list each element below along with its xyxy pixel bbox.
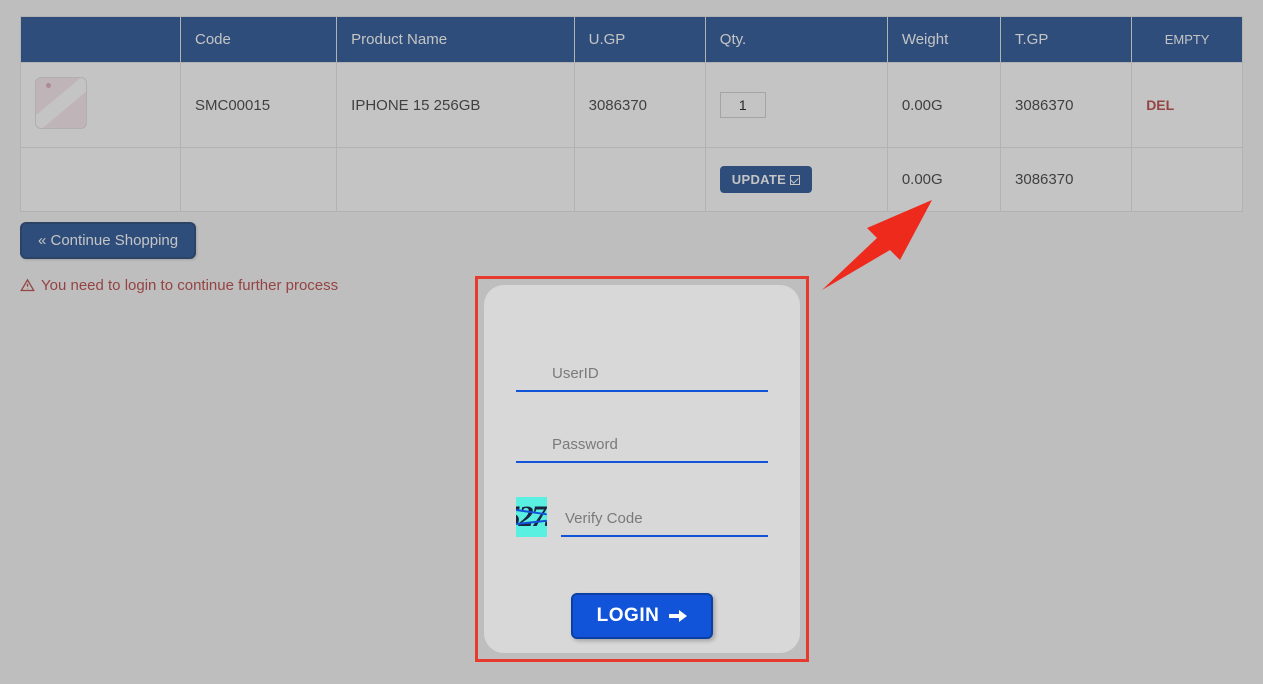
login-highlight-border: 5275 LOGIN [475,276,809,662]
table-footer-row: UPDATE 0.00G 3086370 [21,148,1243,212]
captcha-text: 5275 [516,500,547,534]
check-icon [790,175,800,185]
footer-tgp: 3086370 [1001,148,1132,212]
cell-name: IPHONE 15 256GB [337,63,574,148]
delete-link[interactable]: DEL [1146,97,1174,113]
warning-text: You need to login to continue further pr… [41,277,338,294]
col-empty[interactable]: EMPTY [1132,17,1243,63]
col-ugp: U.GP [574,17,705,63]
continue-shopping-button[interactable]: « Continue Shopping [20,222,196,259]
arrow-right-icon [669,610,687,622]
userid-input[interactable] [516,359,768,392]
warning-icon [20,278,35,293]
captcha-image: 5275 [516,497,547,537]
footer-weight: 0.00G [887,148,1000,212]
table-row: SMC00015 IPHONE 15 256GB 3086370 0.00G 3… [21,63,1243,148]
col-name: Product Name [337,17,574,63]
password-input[interactable] [516,430,768,463]
cart-table: Code Product Name U.GP Qty. Weight T.GP … [20,16,1243,212]
verify-code-input[interactable] [561,504,768,537]
cell-ugp: 3086370 [574,63,705,148]
page-container: Code Product Name U.GP Qty. Weight T.GP … [0,0,1263,310]
product-thumb [35,77,87,129]
login-card: 5275 LOGIN [484,285,800,653]
login-button[interactable]: LOGIN [571,593,714,639]
update-label: UPDATE [732,172,786,187]
col-weight: Weight [887,17,1000,63]
update-button[interactable]: UPDATE [720,166,812,193]
col-qty: Qty. [705,17,887,63]
col-code: Code [181,17,337,63]
cell-tgp: 3086370 [1001,63,1132,148]
col-tgp: T.GP [1001,17,1132,63]
qty-input[interactable] [720,92,766,118]
login-label: LOGIN [597,605,660,627]
col-image [21,17,181,63]
cell-code: SMC00015 [181,63,337,148]
cell-weight: 0.00G [887,63,1000,148]
